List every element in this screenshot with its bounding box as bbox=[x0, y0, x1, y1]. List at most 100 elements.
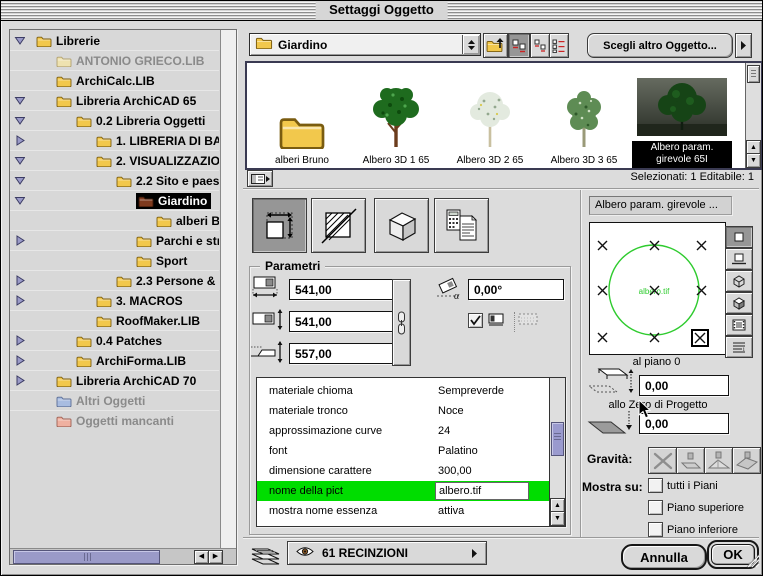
dropdown-stepper[interactable] bbox=[462, 35, 479, 54]
view-list-button[interactable] bbox=[549, 33, 569, 58]
tree-item[interactable]: RoofMaker.LIB bbox=[10, 310, 219, 330]
pane-layout-button[interactable] bbox=[247, 170, 273, 187]
parameter-row[interactable]: mostra nome essenzaattiva bbox=[257, 501, 550, 521]
resize-grip[interactable] bbox=[744, 552, 760, 573]
object-thumbnail[interactable]: alberi Bruno bbox=[255, 65, 349, 168]
tree-item[interactable]: 2. VISUALIZZAZION bbox=[10, 150, 219, 170]
disclosure-triangle[interactable] bbox=[14, 95, 25, 106]
view-large-icons-button[interactable] bbox=[508, 33, 530, 58]
tree-item[interactable]: ArchiForma.LIB bbox=[10, 350, 219, 370]
scrollbar-thumb[interactable] bbox=[747, 65, 760, 83]
tree-item[interactable]: 1. LIBRERIA DI BAS bbox=[10, 130, 219, 150]
elevation-field[interactable] bbox=[639, 375, 729, 396]
table-scrollbar[interactable]: ▲ ▼ bbox=[549, 378, 565, 526]
object-thumbnail[interactable]: Albero 3D 2 65 bbox=[443, 65, 537, 168]
layer-popup-button[interactable]: 61 RECINZIONI bbox=[287, 541, 487, 565]
preview-elevation-button[interactable] bbox=[725, 248, 753, 270]
parent-folder-button[interactable] bbox=[483, 33, 508, 58]
mirror-checkbox[interactable] bbox=[468, 313, 483, 328]
tree-item[interactable]: alberi B bbox=[10, 210, 219, 230]
tree-item[interactable]: Libreria ArchiCAD 70 bbox=[10, 370, 219, 390]
disclosure-triangle[interactable] bbox=[14, 295, 25, 306]
tree-item[interactable]: ArchiCalc.LIB bbox=[10, 70, 219, 90]
scroll-down-button[interactable]: ▼ bbox=[746, 153, 761, 168]
width-field[interactable] bbox=[289, 279, 397, 300]
tree-item[interactable]: Altri Oggetti bbox=[10, 390, 219, 410]
disclosure-triangle[interactable] bbox=[14, 35, 25, 46]
tree-item[interactable]: ANTONIO GRIECO.LIB bbox=[10, 50, 219, 70]
gravity-roof-button[interactable] bbox=[732, 447, 761, 474]
link-dimensions-button[interactable] bbox=[392, 279, 411, 366]
tab-section-fill-button[interactable] bbox=[311, 198, 366, 253]
tab-3d-model-button[interactable] bbox=[374, 198, 429, 253]
title-bar[interactable]: Settaggi Oggetto bbox=[1, 1, 762, 21]
divider bbox=[243, 188, 759, 190]
tree-item[interactable]: Libreria ArchiCAD 65 bbox=[10, 90, 219, 110]
browser-scrollbar[interactable]: ▲ ▼ bbox=[745, 63, 761, 168]
preview-description-button[interactable]: i bbox=[725, 336, 753, 358]
tab-listing-button[interactable] bbox=[434, 198, 489, 253]
tree-item[interactable]: Parchi e str bbox=[10, 230, 219, 250]
parameter-value-field[interactable] bbox=[435, 482, 529, 500]
disclosure-triangle[interactable] bbox=[14, 195, 25, 206]
preview-movie-button[interactable] bbox=[725, 314, 753, 336]
parameter-value: Sempreverde bbox=[438, 381, 504, 401]
scroll-left-button[interactable]: ◀ bbox=[194, 550, 209, 564]
preview-canvas[interactable]: albero.tif bbox=[589, 222, 726, 355]
disclosure-triangle[interactable] bbox=[14, 115, 25, 126]
tree-item[interactable]: 2.2 Sito e paes bbox=[10, 170, 219, 190]
scroll-down-button[interactable]: ▼ bbox=[550, 511, 565, 526]
folder-dropdown[interactable]: Giardino bbox=[249, 33, 481, 56]
tree-item[interactable]: 2.3 Persone & a bbox=[10, 270, 219, 290]
parameter-row[interactable]: approssimazione curve24 bbox=[257, 421, 550, 441]
preview-3d-shaded-button[interactable] bbox=[725, 292, 753, 314]
scrollbar-thumb[interactable] bbox=[13, 550, 160, 564]
disclosure-triangle[interactable] bbox=[14, 275, 25, 286]
depth-field[interactable] bbox=[289, 311, 397, 332]
more-options-button[interactable] bbox=[735, 33, 752, 58]
scrollbar-thumb[interactable] bbox=[551, 422, 564, 456]
disclosure-triangle[interactable] bbox=[14, 355, 25, 366]
gravity-slab-button[interactable] bbox=[676, 447, 705, 474]
parameter-row[interactable]: materiale troncoNoce bbox=[257, 401, 550, 421]
tree-item[interactable]: 0.2 Libreria Oggetti bbox=[10, 110, 219, 130]
tab-dimensions-button[interactable] bbox=[252, 198, 307, 253]
choose-other-object-button[interactable]: Scegli altro Oggetto... bbox=[587, 33, 733, 58]
gravity-none-button[interactable] bbox=[648, 447, 677, 474]
height-field[interactable] bbox=[289, 343, 397, 364]
parameter-row[interactable]: dimensione carattere300,00 bbox=[257, 461, 550, 481]
disclosure-triangle[interactable] bbox=[14, 375, 25, 386]
disclosure-triangle[interactable] bbox=[14, 235, 25, 246]
tree-item[interactable]: Giardino bbox=[10, 190, 219, 210]
zero-elevation-field[interactable] bbox=[639, 413, 729, 434]
show-on-checkbox[interactable] bbox=[648, 500, 663, 515]
object-name-box: Albero param. girevole ... bbox=[589, 196, 732, 215]
object-thumbnail[interactable]: Albero 3D 3 65 bbox=[537, 65, 631, 168]
disclosure-triangle[interactable] bbox=[14, 175, 25, 186]
disclosure-triangle[interactable] bbox=[14, 155, 25, 166]
parameter-row[interactable]: materiale chiomaSempreverde bbox=[257, 381, 550, 401]
parameter-row[interactable]: nome della pict bbox=[257, 481, 550, 501]
mouse-cursor bbox=[638, 400, 651, 424]
preview-2d-symbol-button[interactable] bbox=[725, 226, 753, 248]
tree-vertical-scrollbar[interactable] bbox=[220, 30, 236, 549]
tree-horizontal-scrollbar[interactable]: ◀ ▶ bbox=[10, 548, 236, 564]
object-thumbnail[interactable]: Albero 3D 1 65 bbox=[349, 65, 443, 168]
tree-item[interactable]: 3. MACROS bbox=[10, 290, 219, 310]
tree-item[interactable]: Librerie bbox=[10, 31, 219, 50]
tree-item[interactable]: 0.4 Patches bbox=[10, 330, 219, 350]
show-on-checkbox[interactable] bbox=[648, 478, 663, 493]
tree-item[interactable]: Sport bbox=[10, 250, 219, 270]
tree-item[interactable]: Oggetti mancanti bbox=[10, 410, 219, 430]
disclosure-triangle[interactable] bbox=[14, 135, 25, 146]
gravity-mesh-button[interactable] bbox=[704, 447, 733, 474]
object-thumbnail[interactable]: Albero param. girevole 65I bbox=[631, 65, 733, 168]
parameter-row[interactable]: fontPalatino bbox=[257, 441, 550, 461]
show-on-checkbox[interactable] bbox=[648, 522, 663, 537]
preview-3d-wireframe-button[interactable] bbox=[725, 270, 753, 292]
cancel-button[interactable]: Annulla bbox=[621, 544, 707, 570]
angle-field[interactable] bbox=[468, 279, 564, 300]
disclosure-triangle[interactable] bbox=[14, 335, 25, 346]
scroll-right-button[interactable]: ▶ bbox=[208, 550, 223, 564]
view-small-icons-button[interactable] bbox=[530, 33, 550, 58]
